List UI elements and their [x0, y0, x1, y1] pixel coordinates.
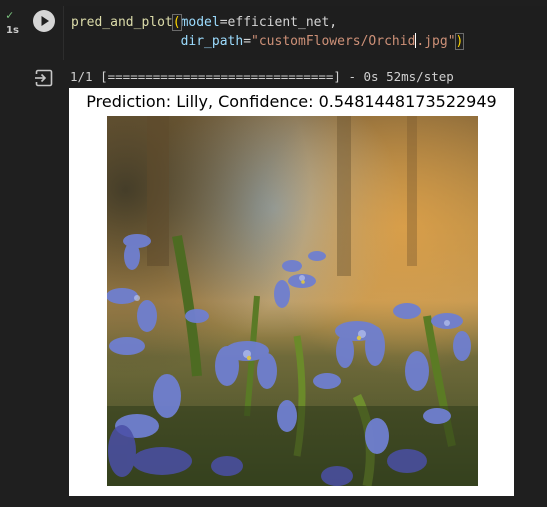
run-cell-button[interactable]	[33, 10, 55, 32]
equals-2: =	[243, 34, 252, 49]
code-line-2: dir_path="customFlowers/Orchid.jpg")	[71, 33, 465, 51]
param-model: model	[180, 15, 220, 30]
function-name: pred_and_plot	[71, 15, 173, 30]
blue-flowers-photo	[107, 116, 478, 486]
notebook-cell: ✓ 1s pred_and_plot(model=efficient_net, …	[0, 0, 547, 507]
model-value: efficient_net,	[227, 15, 338, 30]
path-string-end: .jpg"	[416, 34, 456, 49]
output-figure: Prediction: Lilly, Confidence: 0.5481448…	[69, 88, 514, 496]
param-dir-path: dir_path	[180, 34, 244, 49]
output-arrow-icon[interactable]	[34, 68, 54, 88]
progress-output: 1/1 [==============================] - 0…	[70, 69, 454, 84]
check-icon: ✓	[6, 8, 14, 22]
close-paren: )	[454, 33, 465, 50]
open-paren: (	[171, 14, 182, 31]
code-editor[interactable]: pred_and_plot(model=efficient_net, dir_p…	[63, 6, 547, 60]
play-icon	[41, 16, 49, 26]
figure-title: Prediction: Lilly, Confidence: 0.5481448…	[86, 92, 497, 111]
path-string-start: "customFlowers/Orchid	[251, 34, 416, 49]
code-line-1: pred_and_plot(model=efficient_net,	[71, 14, 337, 32]
execution-time: 1s	[6, 25, 19, 36]
equals-1: =	[219, 15, 228, 30]
